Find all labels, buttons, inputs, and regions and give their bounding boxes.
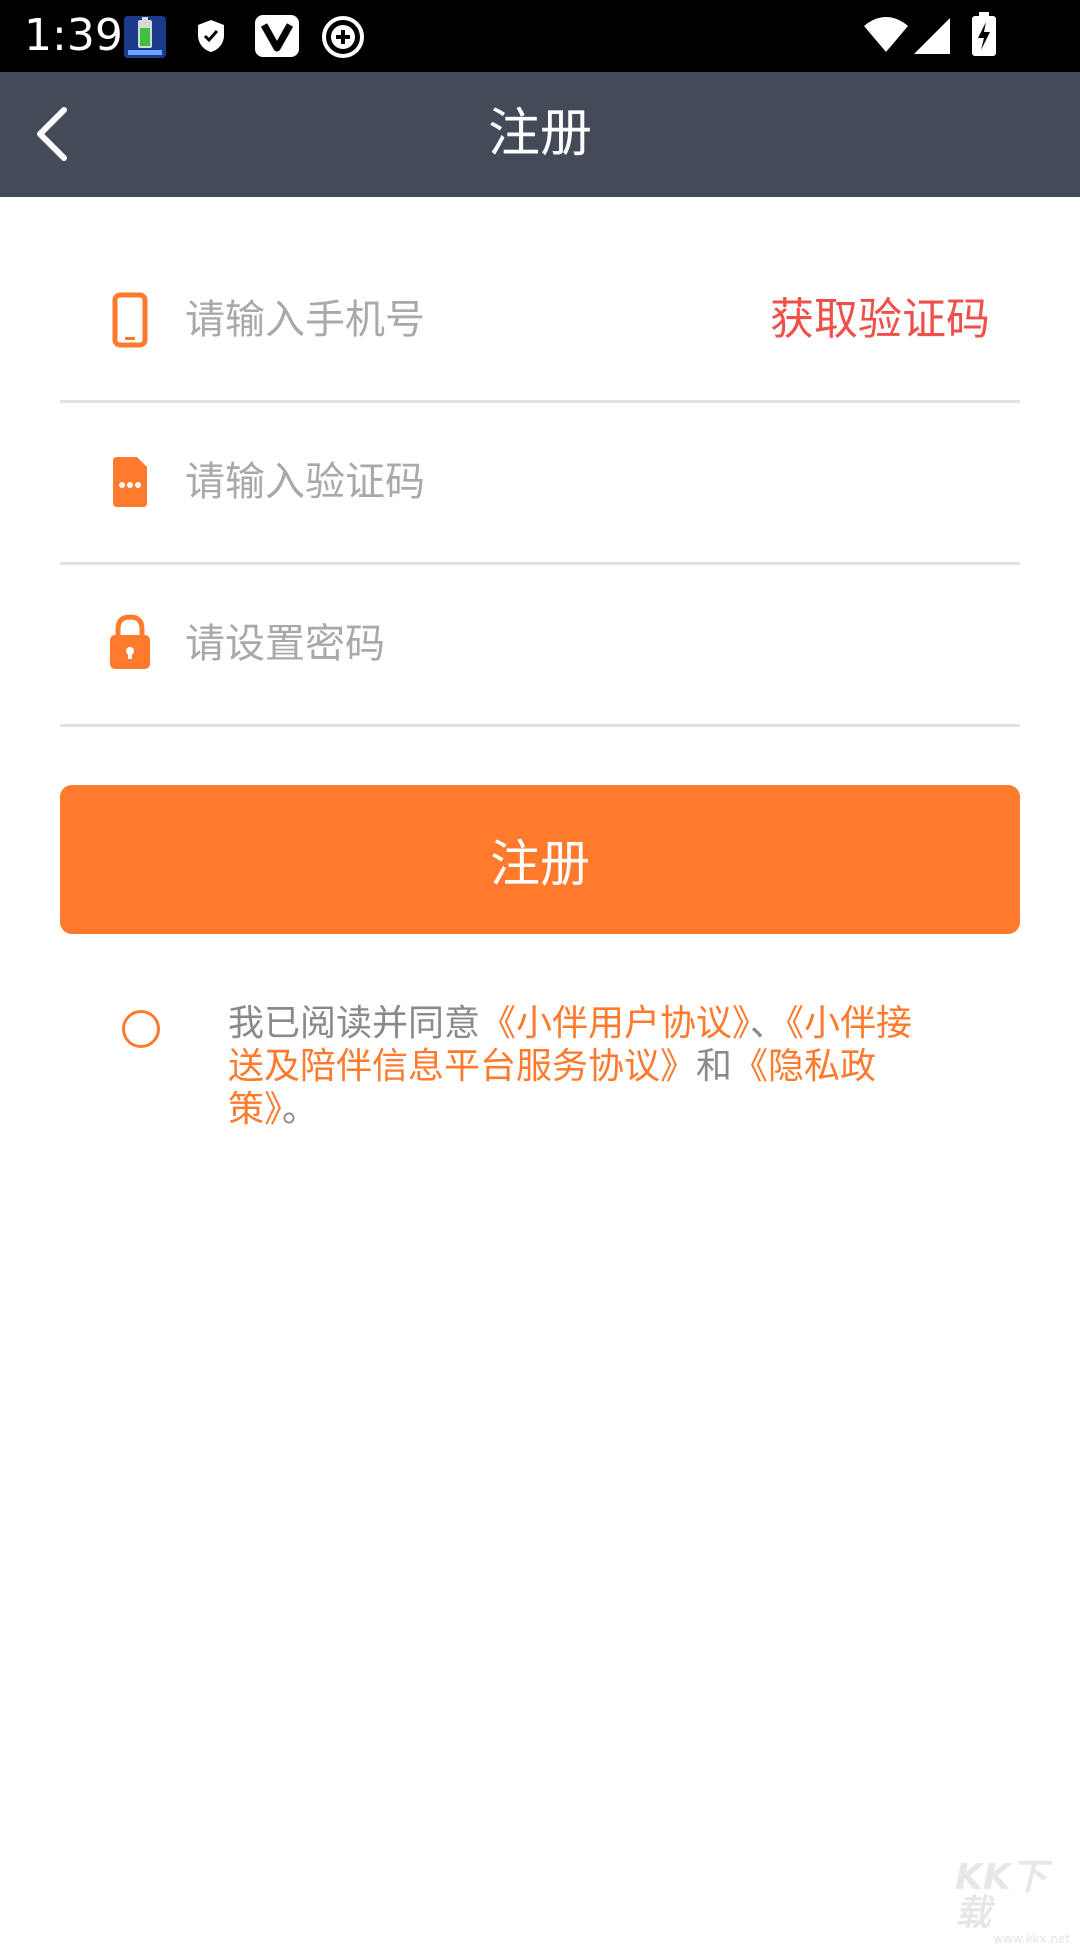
battery-app-icon (122, 12, 168, 64)
app-header: 注册 (0, 72, 1080, 197)
agreement-and: 和 (696, 1046, 733, 1087)
watermark: KK下载 www.kkx.net (955, 1860, 1070, 1946)
agreement-suffix: 。 (282, 1089, 319, 1130)
signal-icon (912, 16, 952, 60)
plus-circle-icon (320, 14, 366, 64)
agree-radio[interactable] (122, 1010, 160, 1048)
status-bar: 1:39 (0, 0, 1080, 72)
page-title: 注册 (487, 104, 592, 164)
code-row (60, 402, 1020, 565)
password-input[interactable] (185, 564, 785, 724)
user-agreement-link[interactable]: 《小伴用户协议》 (480, 1003, 750, 1044)
phone-input[interactable] (185, 240, 785, 400)
battery-charging-icon (970, 12, 998, 62)
agreement-separator: 、 (750, 1003, 787, 1044)
register-button[interactable]: 注册 (60, 785, 1020, 934)
vivo-icon (254, 14, 300, 62)
code-input[interactable] (185, 402, 785, 562)
phone-row: 获取验证码 (60, 240, 1020, 403)
watermark-logo: KK下载 (955, 1857, 1047, 1934)
message-icon (105, 452, 155, 512)
phone-icon (105, 290, 155, 350)
password-row (60, 564, 1020, 727)
status-time: 1:39 (24, 10, 123, 61)
lock-icon (105, 612, 155, 672)
shield-icon (195, 18, 227, 58)
agreement-prefix: 我已阅读并同意 (228, 1003, 481, 1044)
watermark-url: www.kkx.net (993, 1932, 1070, 1946)
wifi-icon (862, 16, 910, 58)
agreement-text: 我已阅读并同意《小伴用户协议》、《小伴接送及陪伴信息平台服务协议》和《隐私政策》… (228, 1002, 928, 1131)
get-code-button[interactable]: 获取验证码 (770, 240, 990, 400)
